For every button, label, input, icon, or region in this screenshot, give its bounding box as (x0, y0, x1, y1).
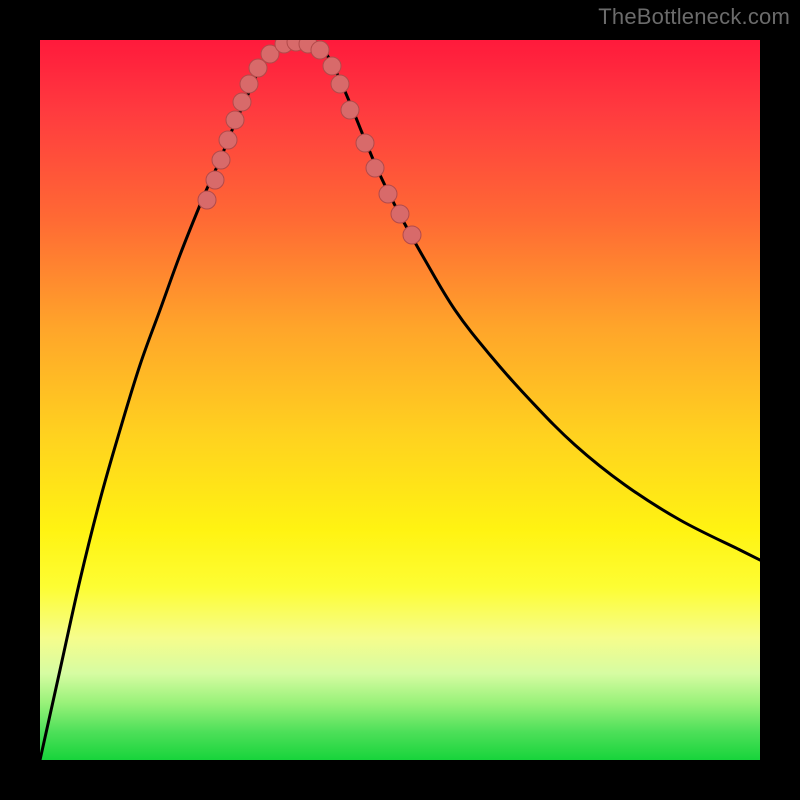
bottleneck-curve (40, 41, 760, 760)
curve-marker (403, 226, 421, 244)
curve-marker (249, 59, 267, 77)
curve-markers (198, 40, 421, 244)
curve-marker (233, 93, 251, 111)
curve-marker (311, 41, 329, 59)
curve-marker (356, 134, 374, 152)
curve-marker (379, 185, 397, 203)
curve-marker (366, 159, 384, 177)
curve-marker (206, 171, 224, 189)
curve-marker (341, 101, 359, 119)
chart-frame: TheBottleneck.com (0, 0, 800, 800)
curve-marker (391, 205, 409, 223)
curve-marker (212, 151, 230, 169)
curve-marker (198, 191, 216, 209)
curve-marker (240, 75, 258, 93)
watermark-text: TheBottleneck.com (598, 4, 790, 30)
curve-marker (331, 75, 349, 93)
curve-marker (226, 111, 244, 129)
bottleneck-curve-layer (40, 40, 760, 760)
curve-marker (323, 57, 341, 75)
curve-marker (219, 131, 237, 149)
